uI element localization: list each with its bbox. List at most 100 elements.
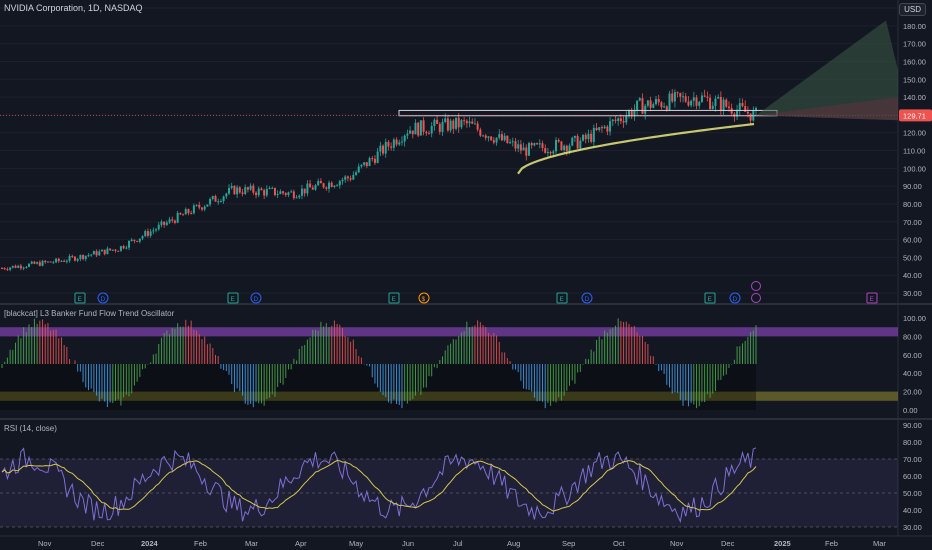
candle-body [300, 188, 303, 196]
candle-body [533, 143, 536, 146]
candle-body [557, 139, 560, 142]
time-axis-label: Mar [245, 539, 258, 548]
candle-body [346, 176, 349, 179]
oscillator-tick-label: 40.00 [903, 369, 922, 378]
candle-body [400, 141, 403, 143]
candle-body [517, 144, 520, 149]
candle-body [695, 97, 698, 106]
event-marker-label: E [870, 296, 875, 303]
time-axis-label: Apr [295, 539, 307, 548]
candle-body [641, 98, 644, 114]
candle-body [200, 207, 203, 210]
candle-body [157, 224, 160, 230]
candle-body [52, 262, 55, 264]
candle-body [565, 145, 568, 151]
candle-body [155, 229, 158, 231]
candle-body [60, 260, 63, 262]
candle-body [368, 158, 371, 167]
candle-body [476, 123, 479, 130]
candle-body [625, 115, 628, 123]
candle-body [38, 262, 41, 266]
candle-body [244, 187, 247, 194]
candle-body [490, 136, 493, 141]
candle-body [684, 96, 687, 102]
candle-body [325, 187, 328, 189]
candle-body [511, 141, 514, 143]
candle-body [452, 120, 455, 129]
candle-body [130, 239, 133, 241]
candle-body [192, 205, 195, 214]
candle-body [446, 118, 449, 131]
event-marker-label: E [392, 296, 397, 303]
time-axis-label: Oct [613, 539, 626, 548]
candle-body [411, 130, 414, 135]
candle-body [211, 196, 214, 199]
candle-body [403, 135, 406, 142]
candle-body [552, 151, 555, 154]
candle-body [384, 141, 387, 154]
candle-body [103, 249, 106, 255]
candle-body [311, 187, 314, 190]
candle-body [25, 266, 28, 268]
candle-body [309, 183, 312, 188]
candle-body [344, 176, 347, 180]
candle-body [330, 182, 333, 187]
candle-body [395, 139, 398, 145]
candle-body [587, 133, 590, 140]
candle-body [636, 100, 639, 110]
candle-body [84, 255, 87, 260]
rsi-title: RSI (14, close) [4, 424, 57, 433]
candle-body [36, 262, 39, 264]
currency-button[interactable]: USD [899, 3, 926, 16]
candle-body [473, 123, 476, 125]
candle-body [125, 247, 128, 249]
candle-body [182, 214, 185, 216]
rsi-tick-label: 40.00 [903, 506, 922, 515]
candle-body [600, 127, 603, 129]
candle-body [438, 123, 441, 132]
candle-body [9, 267, 12, 270]
candle-body [560, 141, 563, 151]
price-tick-label: 120.00 [903, 129, 926, 138]
candle-body [49, 261, 52, 263]
candle-body [100, 249, 103, 252]
candle-body [555, 139, 558, 152]
candle-body [671, 93, 674, 102]
candle-body [714, 98, 717, 106]
candle-body [317, 180, 320, 186]
candle-body [755, 107, 757, 111]
candle-body [338, 181, 341, 186]
oscillator-tick-label: 0.00 [903, 406, 918, 415]
candle-body [287, 192, 290, 195]
candle-body [663, 106, 666, 108]
candle-body [390, 146, 393, 148]
candle-body [617, 118, 620, 121]
price-tick-label: 80.00 [903, 200, 922, 209]
candle-body [328, 182, 331, 189]
time-axis-label: May [349, 539, 363, 548]
candle-body [55, 258, 58, 263]
candle-body [444, 118, 447, 122]
candle-body [63, 260, 66, 262]
rsi-tick-label: 70.00 [903, 455, 922, 464]
candle-body [649, 100, 652, 108]
candle-body [379, 145, 382, 152]
candle-body [57, 258, 60, 262]
event-marker-label: E [560, 296, 565, 303]
chart-canvas[interactable]: 190.00180.00170.00160.00150.00140.00130.… [0, 0, 932, 550]
candle-body [279, 191, 282, 195]
candle-body [319, 180, 322, 184]
candle-body [698, 101, 701, 106]
event-marker-label: E [78, 296, 83, 303]
candle-body [387, 141, 390, 147]
candle-body [190, 213, 193, 215]
candle-body [457, 117, 460, 128]
time-axis-label: Sep [562, 539, 575, 548]
candle-body [619, 118, 622, 122]
candle-body [68, 256, 71, 261]
candle-body [441, 121, 444, 132]
candle-body [614, 119, 617, 121]
candle-body [409, 130, 412, 134]
candle-body [355, 172, 358, 175]
candle-body [549, 151, 552, 154]
